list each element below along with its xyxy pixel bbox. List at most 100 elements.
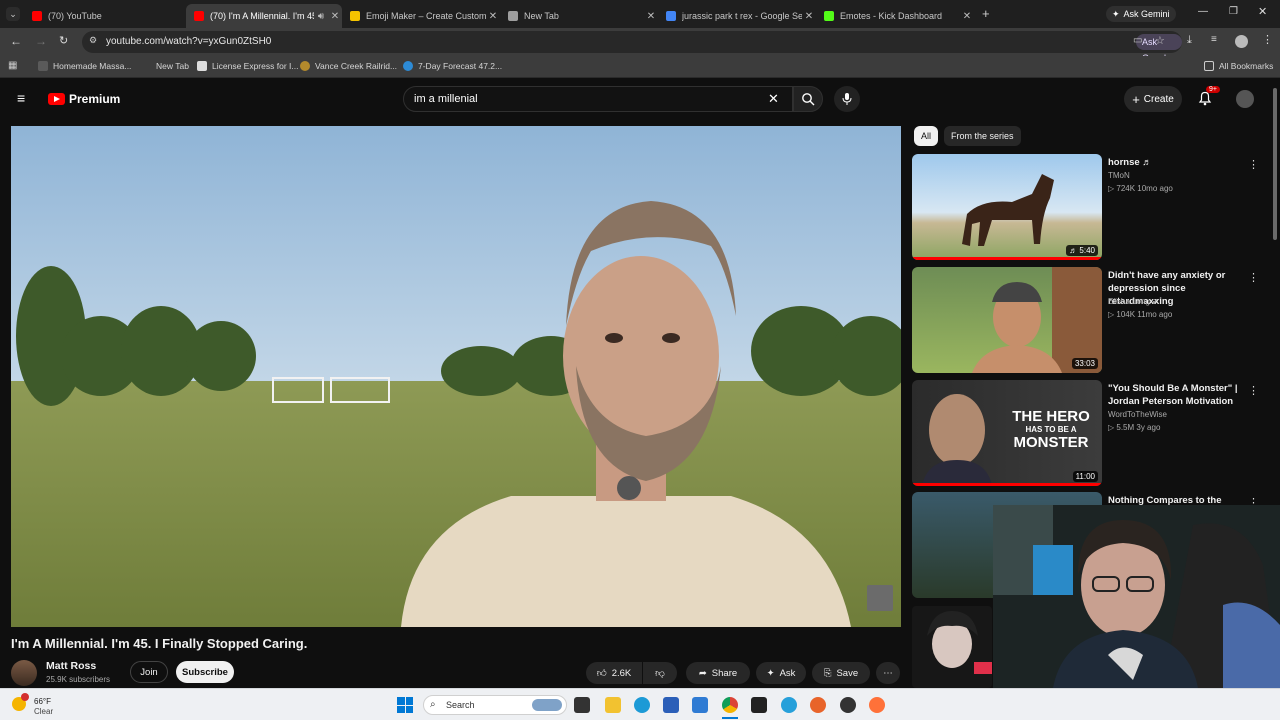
share-button[interactable]: ➦ Share (686, 662, 750, 684)
close-tab-icon[interactable]: ✕ (486, 11, 500, 22)
browser-menu-icon[interactable]: ⋮ (1262, 33, 1273, 46)
bookmark-item[interactable]: License Express for I... (197, 61, 298, 71)
ask-button[interactable]: ✦ Ask (756, 662, 806, 684)
cast-icon[interactable]: ▭ (1133, 35, 1142, 46)
create-label: Create (1143, 93, 1174, 105)
recommendation-thumbnail[interactable]: 33:03 (912, 267, 1102, 373)
all-bookmarks-button[interactable]: All Bookmarks (1204, 61, 1273, 71)
browser-tab[interactable]: Emoji Maker – Create Custom ✕ (342, 4, 500, 28)
channel-name[interactable]: Matt Ross (46, 660, 96, 672)
forward-icon[interactable]: → (35, 34, 47, 48)
sparkle-icon: ✦ (766, 667, 775, 679)
tab-favicon-icon (350, 11, 360, 21)
browser-tab[interactable]: Emotes - Kick Dashboard ✕ (816, 4, 974, 28)
download-icon[interactable]: ⤓ (1187, 34, 1192, 47)
ask-gemini-button[interactable]: ✦ Ask Gemini (1106, 6, 1176, 22)
recommendation-item[interactable]: 33:03 Didn't have any anxiety or depress… (912, 267, 1260, 375)
channel-avatar[interactable] (11, 660, 37, 686)
back-icon[interactable]: ← (10, 34, 22, 48)
close-tab-icon[interactable]: ✕ (328, 11, 342, 22)
close-window-icon[interactable]: ✕ (1258, 5, 1267, 18)
mic-icon (842, 93, 852, 105)
store-icon[interactable] (663, 697, 679, 713)
recommendation-item[interactable]: THE HERO HAS TO BE A MONSTER 11:00 "You … (912, 380, 1260, 488)
chrome-icon[interactable] (722, 697, 738, 713)
youtube-logo[interactable]: Premium (48, 92, 120, 106)
dislike-button[interactable]: 👎︎ (643, 662, 677, 684)
browser-tab[interactable]: jurassic park t rex - Google Sea ✕ (658, 4, 816, 28)
chip-all[interactable]: All (914, 126, 939, 146)
bookmark-item[interactable]: 7-Day Forecast 47.2... (403, 61, 502, 71)
app-icon[interactable] (781, 697, 797, 713)
profile-avatar[interactable] (1235, 35, 1248, 48)
taskbar-search[interactable]: ⌕ Search (423, 695, 567, 715)
save-button[interactable]: ⎘ Save (812, 662, 870, 684)
bookmark-star-icon[interactable]: ☆ (1155, 34, 1165, 47)
file-explorer-icon[interactable] (605, 697, 621, 713)
restore-icon[interactable]: ❐ (1229, 6, 1238, 17)
video-player[interactable] (11, 126, 901, 627)
browser-tab[interactable]: New Tab ✕ (500, 4, 658, 28)
browser-tab[interactable]: (70) YouTube✕ (24, 4, 196, 28)
apps-grid-icon[interactable]: ▦ (8, 60, 17, 71)
chip-from-series[interactable]: From the series (944, 126, 1021, 146)
firefox-alt-icon[interactable] (869, 697, 885, 713)
join-button[interactable]: Join (130, 661, 168, 683)
recommendation-thumbnail[interactable]: THE HERO HAS TO BE A MONSTER 11:00 (912, 380, 1102, 486)
more-options-icon[interactable]: ⋮ (1248, 158, 1259, 171)
reload-icon[interactable]: ↻ (59, 34, 68, 47)
firefox-icon[interactable] (810, 697, 826, 713)
webcam-image (993, 505, 1280, 688)
verified-icon: ✔ (1152, 297, 1159, 306)
mail-icon[interactable] (692, 697, 708, 713)
recommendation-thumbnail[interactable]: ♬ 5:40 (912, 154, 1102, 260)
start-button[interactable] (397, 697, 413, 713)
recommendation-item[interactable]: ♬ 5:40 hornse ♬ TMoN ▷ 724K 10mo ago ⋮ (912, 154, 1260, 262)
more-actions-button[interactable]: ⋯ (876, 662, 900, 684)
account-avatar[interactable] (1236, 90, 1254, 108)
new-tab-button[interactable]: + (982, 6, 990, 21)
notifications-button[interactable]: 9+ (1198, 86, 1220, 111)
small-overlay-image (912, 606, 992, 688)
browser-tab-strip: ⌄ (70) YouTube✕(70) I'm A Millennial. I'… (0, 0, 1280, 28)
browser-tab[interactable]: (70) I'm A Millennial. I'm 45 🔊︎ ✕ (186, 4, 342, 28)
obs-icon[interactable] (840, 697, 856, 713)
close-tab-icon[interactable]: ✕ (644, 11, 658, 22)
subscriber-count: 25.9K subscribers (46, 675, 111, 684)
channel-watermark[interactable] (867, 585, 893, 611)
create-button[interactable]: + Create (1124, 86, 1182, 112)
like-button[interactable]: 👍︎ 2.6K (586, 662, 642, 684)
media-control-icon[interactable]: ≡ (1211, 34, 1217, 45)
bookmark-item[interactable]: New Tab (156, 61, 189, 71)
weather-temp: 66°F (34, 697, 51, 706)
tab-title: (70) I'm A Millennial. I'm 45 (210, 11, 314, 21)
search-highlight-icon (532, 699, 562, 711)
youtube-header: ≡ Premium im a millenial ✕ + Create 9+ (0, 78, 1280, 122)
search-input[interactable]: im a millenial ✕ (403, 86, 793, 112)
bookmark-item[interactable]: Homemade Massa... (38, 61, 131, 71)
bookmark-item[interactable]: Vance Creek Railrid... (300, 61, 397, 71)
terminal-icon[interactable] (751, 697, 767, 713)
folder-icon (1204, 61, 1214, 71)
tab-title: New Tab (524, 11, 559, 21)
clear-search-icon[interactable]: ✕ (768, 91, 779, 107)
search-button[interactable] (793, 86, 823, 112)
hamburger-menu-icon[interactable]: ≡ (17, 90, 25, 106)
edge-icon[interactable] (634, 697, 650, 713)
site-info-icon[interactable]: ⚙ (89, 35, 97, 46)
tab-favicon-icon (824, 11, 834, 21)
task-view-icon[interactable] (574, 697, 590, 713)
more-options-icon[interactable]: ⋮ (1248, 384, 1259, 397)
more-options-icon[interactable]: ⋮ (1248, 271, 1259, 284)
address-bar[interactable]: ⚙ youtube.com/watch?v=yxGun0ZtSH0 Ask Go… (82, 31, 1182, 63)
overlay-graphic (927, 611, 992, 674)
tab-search-icon[interactable]: ⌄ (6, 7, 20, 21)
tab-audio-icon[interactable]: 🔊︎ (314, 11, 328, 22)
sidebar-scrollbar[interactable] (1273, 88, 1277, 240)
voice-search-button[interactable] (834, 86, 860, 112)
subscribe-button[interactable]: Subscribe (176, 661, 234, 683)
watched-progress-bar (912, 257, 1102, 260)
close-tab-icon[interactable]: ✕ (960, 11, 974, 22)
minimize-icon[interactable]: — (1198, 6, 1208, 17)
close-tab-icon[interactable]: ✕ (802, 11, 816, 22)
